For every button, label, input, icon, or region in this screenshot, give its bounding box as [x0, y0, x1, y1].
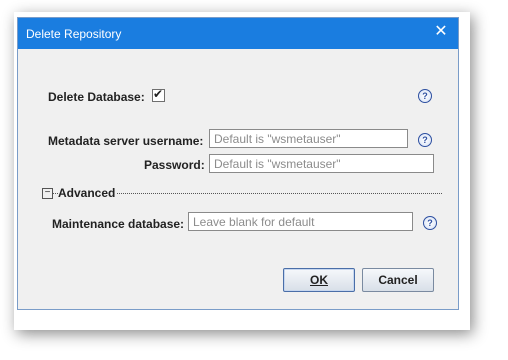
title-bar: Delete Repository ✕: [18, 18, 458, 49]
close-icon[interactable]: ✕: [432, 23, 450, 41]
delete-database-checkbox[interactable]: ✔: [152, 87, 165, 102]
help-icon[interactable]: ?: [423, 216, 437, 230]
password-input[interactable]: [209, 154, 434, 173]
checkmark-icon: ✔: [153, 87, 164, 101]
cancel-button-label: Cancel: [378, 273, 418, 287]
delete-repository-dialog: Delete Repository ✕ Delete Database: ✔ ?…: [17, 17, 459, 310]
help-icon[interactable]: ?: [418, 133, 432, 147]
help-icon[interactable]: ?: [418, 89, 432, 103]
cancel-button[interactable]: Cancel: [362, 268, 434, 292]
metadata-username-input[interactable]: [209, 129, 408, 148]
ok-button[interactable]: OK: [283, 268, 355, 292]
maintenance-database-input[interactable]: [188, 212, 413, 231]
maintenance-database-label: Maintenance database:: [52, 217, 185, 231]
password-label: Password:: [144, 158, 205, 172]
advanced-section-header[interactable]: − Advanced: [42, 186, 442, 200]
ok-button-label: OK: [310, 273, 328, 287]
dialog-title: Delete Repository: [26, 27, 122, 41]
collapse-toggle-icon[interactable]: −: [42, 188, 53, 199]
metadata-username-label: Metadata server username:: [48, 134, 204, 148]
delete-database-label: Delete Database:: [48, 90, 145, 104]
advanced-label: Advanced: [58, 186, 118, 200]
